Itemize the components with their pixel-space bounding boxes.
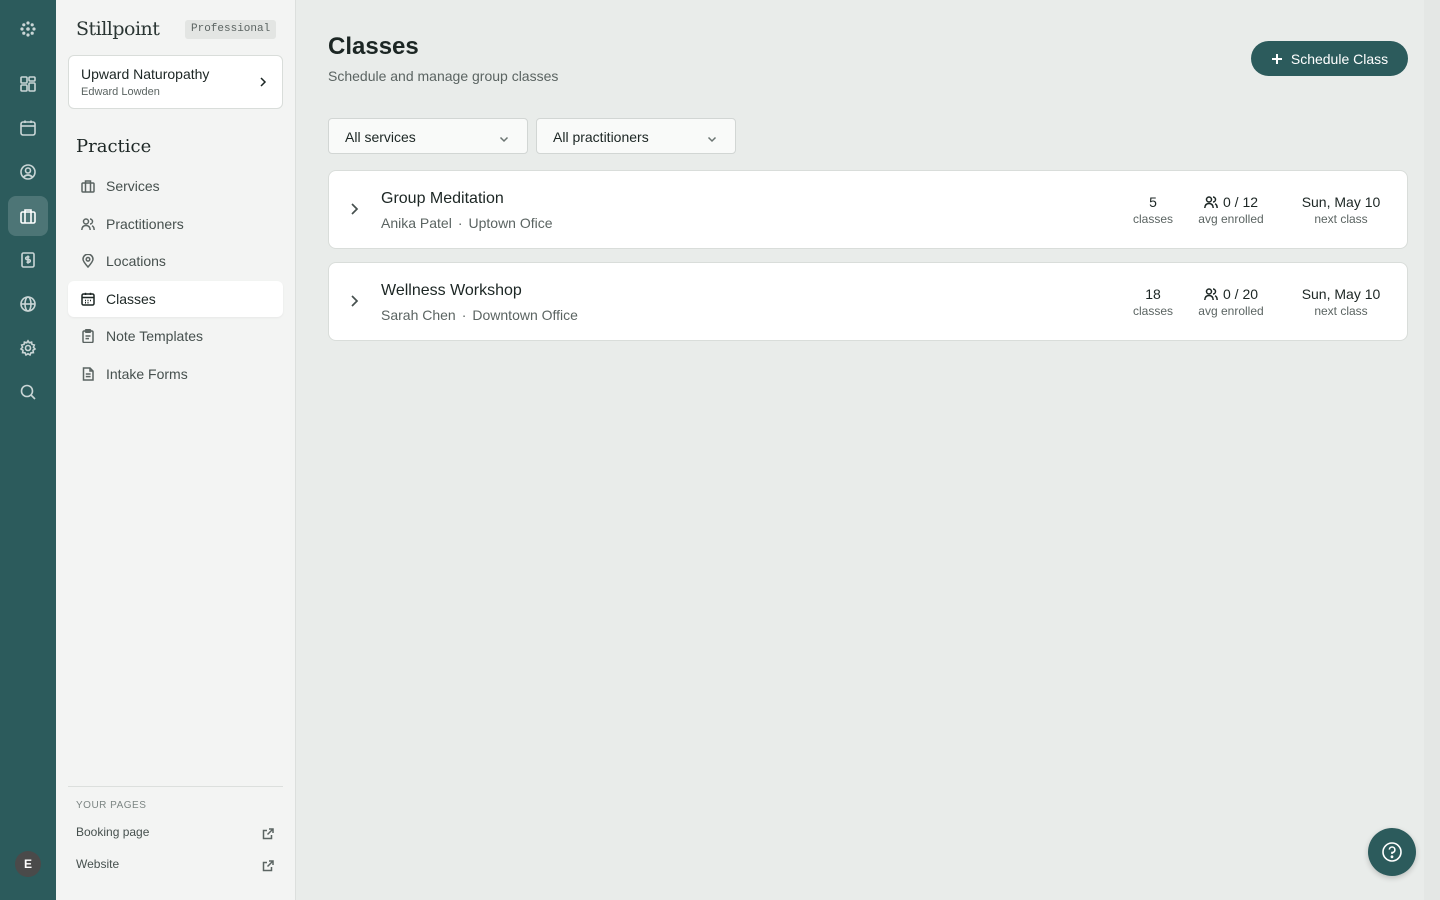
logo-icon[interactable] [8, 9, 48, 49]
sidebar-item-services[interactable]: Services [68, 168, 283, 204]
sidebar-item-locations[interactable]: Locations [68, 243, 283, 279]
next-class-label: next class [1314, 212, 1368, 226]
avg-enrolled-value: 0 / 12 [1222, 194, 1259, 210]
help-button[interactable] [1368, 828, 1416, 876]
class-location: Downtown Office [472, 307, 578, 323]
next-class-label: next class [1314, 304, 1368, 318]
services-filter-value: All services [345, 129, 416, 145]
class-practitioner: Anika Patel [381, 215, 452, 231]
class-name: Wellness Workshop [381, 282, 522, 299]
calendar-icon [81, 292, 95, 306]
external-link-icon[interactable] [262, 827, 274, 840]
calendar-icon[interactable] [8, 108, 48, 148]
sidebar-item-label: Services [106, 178, 160, 194]
billing-icon[interactable] [8, 240, 48, 280]
next-class-value: Sun, May 10 [1301, 286, 1381, 302]
external-link-icon[interactable] [262, 859, 274, 872]
sidebar-item-label: Note Templates [106, 328, 204, 344]
org-name: Upward Naturopathy [81, 66, 210, 82]
class-count-stat: 18 classes [1124, 286, 1182, 318]
globe-icon[interactable] [8, 284, 48, 324]
expand-chevron-icon[interactable] [349, 294, 359, 308]
secondary-sidebar: Stillpoint Professional Upward Naturopat… [56, 0, 296, 900]
sidebar-item-classes[interactable]: Classes [68, 281, 283, 317]
class-name: Group Meditation [381, 190, 504, 207]
search-icon[interactable] [8, 372, 48, 412]
icon-rail: E [0, 0, 56, 900]
plan-badge: Professional [185, 20, 277, 39]
main-content: Classes Schedule and manage group classe… [296, 0, 1440, 900]
sidebar-item-label: Classes [106, 291, 156, 307]
class-meta: Anika Patel · Uptown Ofice [381, 215, 553, 231]
class-location: Uptown Ofice [468, 215, 553, 231]
sidebar-item-practitioners[interactable]: Practitioners [68, 206, 283, 242]
briefcase-icon [81, 179, 95, 193]
sidebar-item-label: Locations [106, 253, 166, 269]
next-class-stat: Sun, May 10 next class [1294, 194, 1388, 226]
expand-chevron-icon[interactable] [349, 202, 359, 216]
chevron-down-icon [499, 131, 509, 143]
class-count-value: 18 [1145, 286, 1161, 302]
class-meta: Sarah Chen · Downtown Office [381, 307, 578, 323]
brand-logo: Stillpoint [76, 18, 160, 40]
section-title: Practice [76, 136, 152, 157]
your-pages-label: YOUR PAGES [76, 800, 147, 811]
website-link[interactable]: Website [76, 857, 119, 871]
map-pin-icon [81, 253, 95, 269]
practitioners-filter-value: All practitioners [553, 129, 649, 145]
avg-enrolled-label: avg enrolled [1198, 212, 1264, 226]
next-class-stat: Sun, May 10 next class [1294, 286, 1388, 318]
avg-enrolled-value: 0 / 20 [1222, 286, 1259, 302]
avg-enrolled-stat: 0 / 12 avg enrolled [1191, 194, 1271, 226]
settings-gear-icon[interactable] [8, 328, 48, 368]
avg-enrolled-stat: 0 / 20 avg enrolled [1191, 286, 1271, 318]
org-user: Edward Lowden [81, 86, 160, 98]
chevron-down-icon [707, 131, 717, 143]
page-subtitle: Schedule and manage group classes [328, 68, 559, 84]
meta-separator: · [461, 307, 467, 323]
meta-separator: · [457, 215, 463, 231]
org-switcher[interactable]: Upward Naturopathy Edward Lowden [68, 55, 283, 109]
page-title: Classes [328, 33, 419, 60]
practice-briefcase-icon[interactable] [8, 196, 48, 236]
sidebar-item-note-templates[interactable]: Note Templates [68, 318, 283, 354]
class-card-group-meditation[interactable]: Group Meditation Anika Patel · Uptown Ofic… [328, 170, 1408, 249]
class-card-wellness-workshop[interactable]: Wellness Workshop Sarah Chen · Downtown Of… [328, 262, 1408, 341]
users-icon [1204, 196, 1218, 209]
chevron-right-icon [260, 77, 267, 87]
schedule-class-button[interactable]: Schedule Class [1251, 41, 1408, 76]
sidebar-item-label: Intake Forms [106, 366, 188, 382]
users-icon [81, 217, 95, 231]
practitioners-filter-select[interactable]: All practitioners [536, 118, 736, 154]
class-count-value: 5 [1149, 194, 1157, 210]
document-icon [81, 367, 95, 381]
scrollbar[interactable] [1424, 0, 1440, 900]
help-question-icon [1382, 842, 1402, 862]
sidebar-item-label: Practitioners [106, 216, 184, 232]
client-icon[interactable] [8, 152, 48, 192]
divider [68, 786, 283, 787]
schedule-class-label: Schedule Class [1290, 50, 1389, 67]
avg-enrolled-label: avg enrolled [1198, 304, 1264, 318]
dashboard-icon[interactable] [8, 64, 48, 104]
class-count-label: classes [1132, 304, 1173, 318]
services-filter-select[interactable]: All services [328, 118, 528, 154]
users-icon [1204, 288, 1218, 301]
booking-page-link[interactable]: Booking page [76, 825, 149, 839]
sidebar-item-intake-forms[interactable]: Intake Forms [68, 356, 283, 392]
next-class-value: Sun, May 10 [1301, 194, 1381, 210]
class-practitioner: Sarah Chen [381, 307, 456, 323]
class-count-label: classes [1132, 212, 1173, 226]
clipboard-icon [81, 329, 95, 344]
class-count-stat: 5 classes [1124, 194, 1182, 226]
avatar[interactable]: E [15, 851, 41, 877]
plus-icon [1271, 53, 1282, 64]
